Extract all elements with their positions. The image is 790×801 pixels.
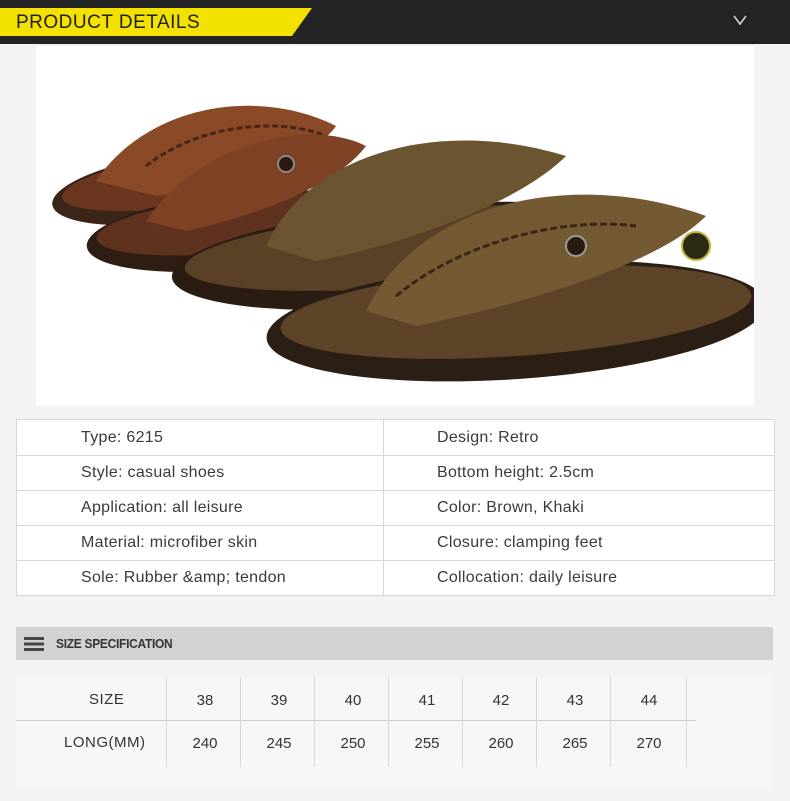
length-value: 260 <box>488 735 514 752</box>
spec-row: Material: microfiber skin Closure: clamp… <box>17 525 774 561</box>
spec-style: Style: casual shoes <box>81 464 225 481</box>
spec-type: Type: 6215 <box>81 429 164 446</box>
menu-icon <box>24 637 44 651</box>
header-banner: PRODUCT DETAILS <box>0 0 790 44</box>
size-value: 43 <box>566 692 584 709</box>
size-table-column-separator <box>536 677 537 767</box>
length-row-label: LONG(MM) <box>64 734 146 751</box>
chevron-down-icon[interactable] <box>730 10 750 30</box>
spec-row: Type: 6215 Design: Retro <box>17 420 774 456</box>
size-row-label: SIZE <box>89 691 125 708</box>
size-value: 39 <box>270 692 288 709</box>
size-table-divider <box>16 720 696 721</box>
spec-closure: Closure: clamping feet <box>437 534 603 551</box>
size-section-header: SIZE SPECIFICATION <box>16 627 773 660</box>
spec-row: Style: casual shoes Bottom height: 2.5cm <box>17 455 774 491</box>
length-value: 265 <box>562 735 588 752</box>
section-title: PRODUCT DETAILS <box>16 12 201 33</box>
spec-row: Sole: Rubber &amp; tendon Collocation: d… <box>17 560 774 595</box>
size-table-column-separator <box>314 677 315 767</box>
size-table-column-separator <box>686 677 687 767</box>
size-value: 44 <box>640 692 658 709</box>
size-value: 40 <box>344 692 362 709</box>
spec-material: Material: microfiber skin <box>81 534 258 551</box>
spec-application: Application: all leisure <box>81 499 243 516</box>
size-table-column-separator <box>462 677 463 767</box>
length-value: 250 <box>340 735 366 752</box>
size-value: 41 <box>418 692 436 709</box>
size-table-column-separator <box>610 677 611 767</box>
size-table-column-separator <box>166 677 167 767</box>
size-table-column-separator <box>240 677 241 767</box>
spec-row: Application: all leisure Color: Brown, K… <box>17 490 774 526</box>
length-value: 270 <box>636 735 662 752</box>
spec-design: Design: Retro <box>437 429 539 446</box>
length-value: 255 <box>414 735 440 752</box>
length-value: 245 <box>266 735 292 752</box>
spec-collocation: Collocation: daily leisure <box>437 569 618 586</box>
spec-color: Color: Brown, Khaki <box>437 499 585 516</box>
spec-bottom-height: Bottom height: 2.5cm <box>437 464 595 481</box>
size-value: 38 <box>196 692 214 709</box>
length-value: 240 <box>192 735 218 752</box>
product-photo <box>36 46 754 406</box>
spec-table: Type: 6215 Design: Retro Style: casual s… <box>16 419 775 596</box>
sandals-illustration <box>52 105 754 382</box>
size-value: 42 <box>492 692 510 709</box>
size-section-title: SIZE SPECIFICATION <box>56 636 173 651</box>
spec-sole: Sole: Rubber &amp; tendon <box>81 569 286 586</box>
size-table-column-separator <box>388 677 389 767</box>
